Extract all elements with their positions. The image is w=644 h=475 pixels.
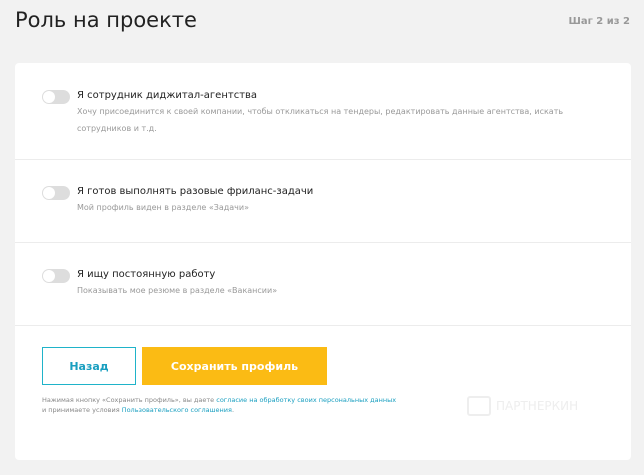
option-agency: Я сотрудник диджитал-агентства Хочу прис… (15, 63, 631, 160)
job-toggle[interactable] (42, 269, 70, 283)
note-text: и принимаете условия (42, 406, 122, 414)
option-description: Показывать мое резюме в разделе «Ваканси… (77, 286, 278, 295)
personal-data-link[interactable]: согласие на обработку своих персональных… (216, 396, 396, 404)
watermark-text: ПАРТНЕРКИН (496, 399, 579, 413)
user-agreement-link[interactable]: Пользовательского соглашения (122, 406, 232, 414)
page-title: Роль на проекте (15, 8, 197, 32)
option-label: Я сотрудник диджитал-агентства (77, 90, 258, 101)
back-button[interactable]: Назад (42, 347, 136, 385)
watermark-logo: ПАРТНЕРКИН (467, 396, 578, 416)
option-description: Мой профиль виден в разделе «Задачи» (77, 203, 249, 212)
logo-icon (467, 396, 491, 416)
agency-toggle[interactable] (42, 90, 70, 104)
role-card: Я сотрудник диджитал-агентства Хочу прис… (15, 63, 631, 460)
option-label: Я ищу постоянную работу (77, 269, 216, 280)
save-profile-button[interactable]: Сохранить профиль (142, 347, 327, 385)
option-freelance: Я готов выполнять разовые фриланс-задачи… (15, 159, 631, 243)
step-indicator: Шаг 2 из 2 (568, 16, 630, 27)
consent-note: Нажимая кнопку «Сохранить профиль», вы д… (42, 395, 402, 415)
freelance-toggle[interactable] (42, 186, 70, 200)
option-job: Я ищу постоянную работу Показывать мое р… (15, 242, 631, 326)
option-label: Я готов выполнять разовые фриланс-задачи (77, 186, 314, 197)
note-text: Нажимая кнопку «Сохранить профиль», вы д… (42, 396, 217, 404)
note-text: . (231, 406, 235, 414)
option-description: Хочу присоединится к своей компании, что… (77, 107, 564, 133)
